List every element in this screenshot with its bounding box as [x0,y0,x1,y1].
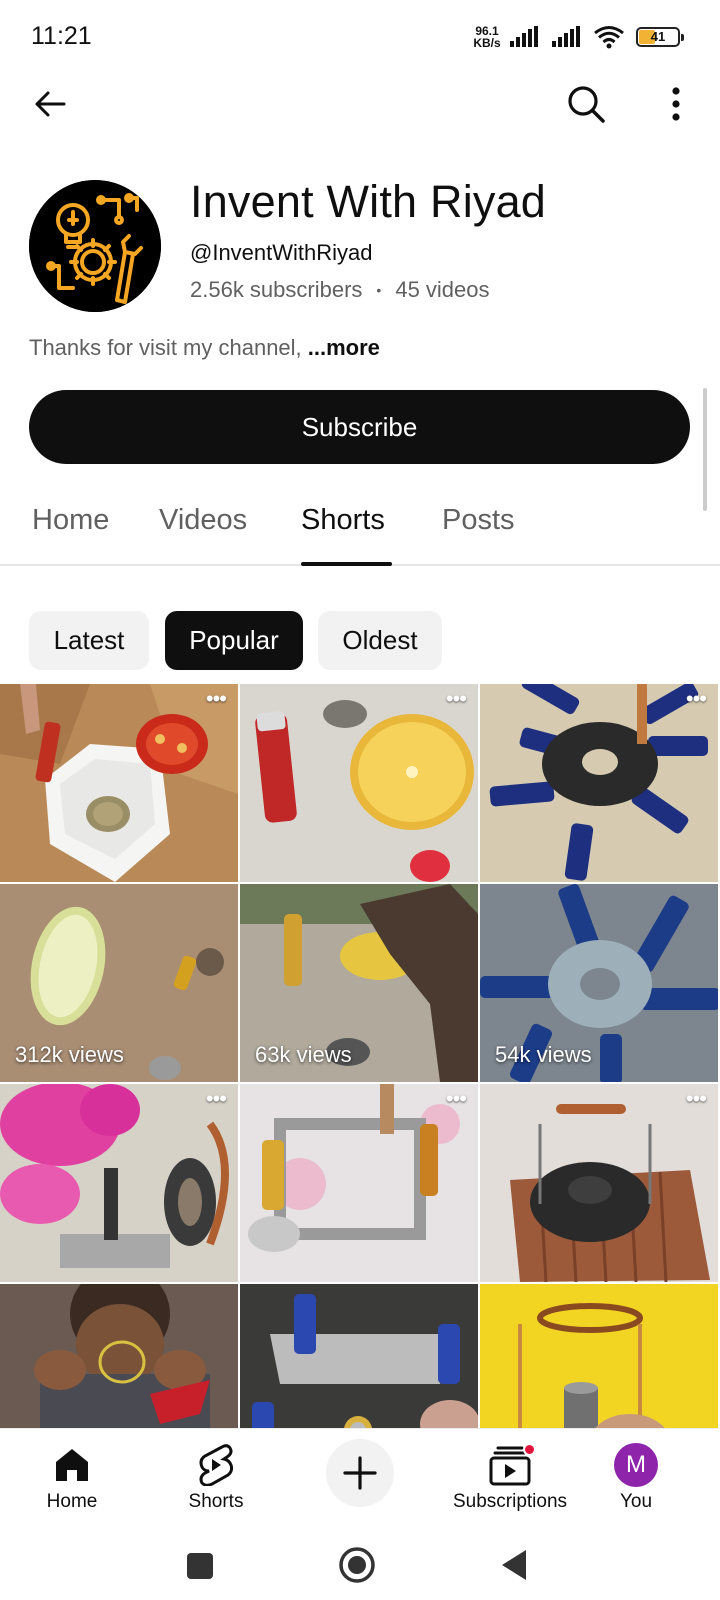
home-filled-icon [56,1449,88,1481]
thumbnail-image [0,1284,238,1428]
thumbnail-image [240,1284,478,1428]
thumbnail-image [0,684,238,882]
chip-latest[interactable]: Latest [29,611,149,670]
view-count: 312k views [15,1042,124,1067]
view-count: 54k views [495,1042,592,1067]
more-options-button[interactable] [652,80,700,128]
search-icon [568,86,605,123]
more-options-icon[interactable]: ••• [206,688,227,710]
short-thumbnail[interactable]: 312k views [0,884,238,1082]
view-count: 63k views [255,1042,352,1067]
more-options-icon[interactable]: ••• [206,1088,227,1110]
thumbnail-image [240,684,478,882]
channel-name: Invent With Riyad [190,176,547,227]
thumbnail-image [0,1084,238,1282]
signal-icon [552,26,580,47]
more-vertical-icon [672,87,680,121]
short-thumbnail[interactable]: 54k views [480,884,718,1082]
more-options-icon[interactable]: ••• [446,1088,467,1110]
thumbnail-image [480,1084,718,1282]
top-app-bar [0,76,720,132]
bottom-navigation: Home Shorts Subscriptions M You [0,1428,720,1528]
subscribe-button[interactable]: Subscribe [29,390,690,464]
short-thumbnail[interactable]: ••• [240,1084,478,1282]
nav-you[interactable]: M You [566,1429,706,1529]
active-tab-indicator [301,562,392,566]
channel-tabs: Home Videos Shorts Posts [0,490,720,566]
short-thumbnail[interactable]: ••• [240,684,478,882]
avatar: M [614,1443,658,1487]
channel-logo-icon [29,180,161,312]
shorts-grid: ••• ••• ••• 312k views 63k views 54k vie… [0,684,720,1428]
channel-stats: 2.56k subscribers • 45 videos [190,277,490,303]
system-navigation-bar [0,1528,720,1600]
short-thumbnail[interactable]: ••• [0,1084,238,1282]
video-count: 45 videos [395,277,490,302]
battery-icon: 41 [636,27,684,47]
tab-shorts[interactable]: Shorts [301,504,385,537]
status-time: 11:21 [31,22,92,50]
channel-avatar[interactable] [29,180,161,312]
status-bar: 11:21 96.1 KB/s 41 [0,0,720,76]
nav-subscriptions[interactable]: Subscriptions [435,1429,585,1529]
short-thumbnail[interactable] [0,1284,238,1428]
search-button[interactable] [562,80,610,128]
tab-home[interactable]: Home [32,504,109,537]
short-thumbnail[interactable]: 63k views [240,884,478,1082]
back-button[interactable] [26,80,74,128]
notification-dot [523,1443,536,1456]
status-icons: 96.1 KB/s 41 [472,22,684,52]
subscriber-count: 2.56k subscribers [190,277,363,302]
channel-handle: @InventWithRiyad [190,240,373,265]
more-options-icon[interactable]: ••• [686,688,707,710]
nav-shorts[interactable]: Shorts [146,1429,286,1529]
more-link[interactable]: ...more [308,335,380,360]
thumbnail-image [480,684,718,882]
more-options-icon[interactable]: ••• [446,688,467,710]
plus-icon [343,1456,377,1490]
channel-description[interactable]: Thanks for visit my channel, ...more [29,335,380,361]
short-thumbnail[interactable]: ••• [480,684,718,882]
description-text: Thanks for visit my channel, [29,335,308,360]
network-speed: 96.1 KB/s [473,24,501,50]
short-thumbnail[interactable] [240,1284,478,1428]
nav-home[interactable]: Home [2,1429,142,1529]
square-icon[interactable] [186,1552,214,1580]
tab-posts[interactable]: Posts [442,504,515,537]
chip-oldest[interactable]: Oldest [318,611,442,670]
chip-popular[interactable]: Popular [165,611,303,670]
signal-icon [510,26,538,47]
arrow-left-icon [35,91,66,117]
thumbnail-image [240,1084,478,1282]
separator-dot: • [376,282,382,298]
create-button[interactable] [326,1439,394,1507]
more-options-icon[interactable]: ••• [686,1088,707,1110]
thumbnail-image [480,1284,718,1428]
short-thumbnail[interactable] [480,1284,718,1428]
short-thumbnail[interactable]: ••• [0,684,238,882]
triangle-back-icon[interactable] [500,1548,528,1582]
tab-videos[interactable]: Videos [159,504,247,537]
wifi-icon [594,26,624,49]
shorts-icon [199,1444,234,1486]
short-thumbnail[interactable]: ••• [480,1084,718,1282]
circle-icon[interactable] [338,1546,376,1584]
